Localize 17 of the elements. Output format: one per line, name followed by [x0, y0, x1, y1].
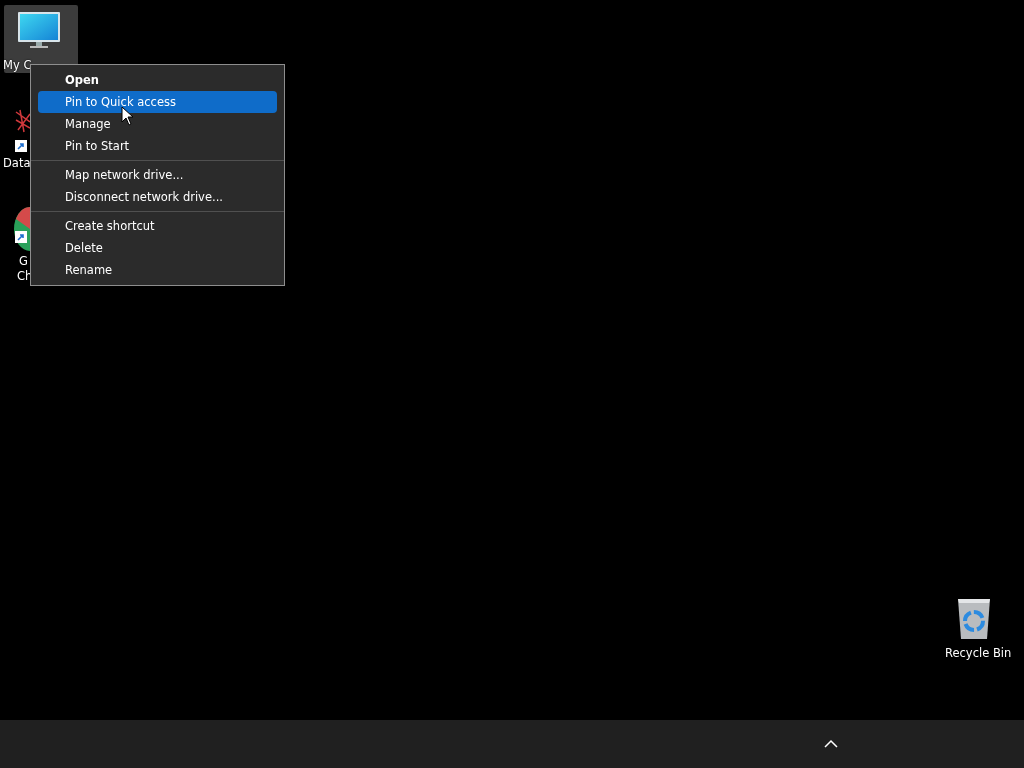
menu-item[interactable]: Open	[38, 69, 277, 91]
menu-item[interactable]: Map network drive...	[38, 164, 277, 186]
menu-item[interactable]: Rename	[38, 259, 277, 281]
menu-item[interactable]: Manage	[38, 113, 277, 135]
icon-label[interactable]: Recycle Bin	[945, 646, 1012, 661]
menu-item[interactable]: Delete	[38, 237, 277, 259]
chevron-up-icon[interactable]	[824, 739, 838, 749]
network-graph-icon	[14, 108, 30, 134]
menu-item[interactable]: Pin to Start	[38, 135, 277, 157]
menu-item[interactable]: Create shortcut	[38, 215, 277, 237]
icon-label[interactable]: Data	[3, 156, 31, 171]
menu-item[interactable]: Disconnect network drive...	[38, 186, 277, 208]
menu-item[interactable]: Pin to Quick access	[38, 91, 277, 113]
recycle-bin-icon	[955, 597, 993, 641]
cursor-icon	[121, 106, 134, 126]
icon-label[interactable]: G	[19, 254, 28, 269]
monitor-icon	[18, 12, 60, 48]
